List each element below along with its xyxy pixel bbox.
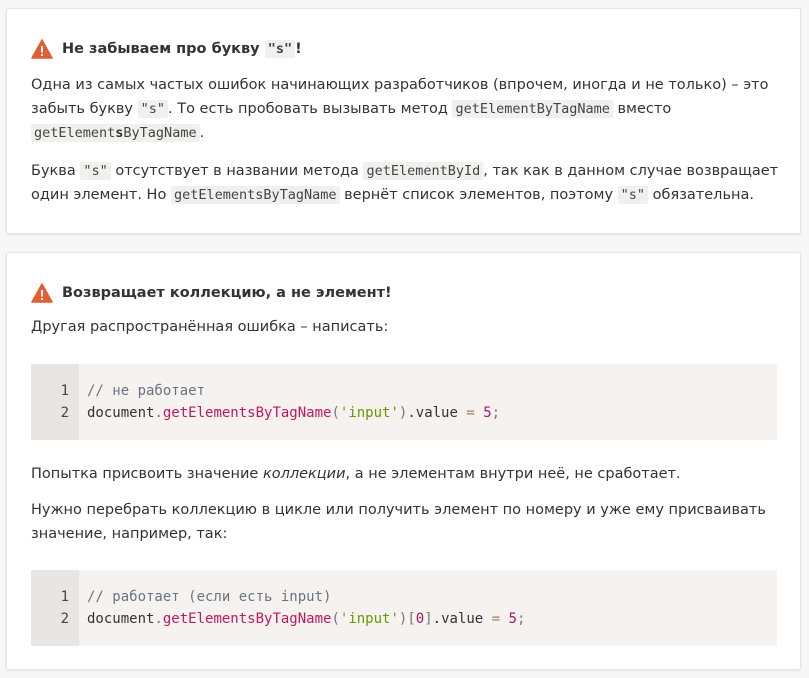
code-block: 1 2 // работает (если есть input) docume… — [31, 570, 777, 646]
inline-code: getElementsByTagName — [170, 186, 340, 204]
warning-triangle-icon — [31, 39, 53, 59]
code-block: 1 2 // не работает document.getElementsB… — [31, 364, 777, 440]
panel-title: Не забываем про букву "s"! — [31, 39, 302, 59]
warning-panel-collection: Возвращает коллекцию, а не элемент! Друг… — [6, 252, 801, 670]
paragraph: Буква "s" отсутствует в названии метода … — [31, 162, 779, 204]
panel-title: Возвращает коллекцию, а не элемент! — [31, 283, 392, 303]
line-numbers: 1 2 — [31, 364, 79, 440]
inline-code: "s" — [617, 186, 649, 204]
code-lines: // не работает document.getElementsByTag… — [87, 383, 501, 421]
paragraph: Нужно перебрать коллекцию в цикле или по… — [31, 502, 766, 542]
line-numbers: 1 2 — [31, 570, 79, 646]
paragraph: Другая распространённая ошибка – написат… — [31, 319, 389, 335]
inline-code: getElementById — [363, 162, 484, 180]
inline-code: "s" — [137, 100, 168, 118]
inline-code: getElementsByTagName — [31, 124, 200, 142]
warning-panel-letter-s: Не забываем про букву "s"! Одна из самых… — [6, 8, 801, 234]
inline-code: "s" — [80, 162, 111, 180]
code-lines: // работает (если есть input) document.g… — [87, 589, 526, 627]
inline-code: getElementByTagName — [452, 100, 613, 118]
warning-triangle-icon — [31, 283, 53, 303]
paragraph: Попытка присвоить значение коллекции, а … — [31, 466, 681, 482]
paragraph: Одна из самых частых ошибок начинающих р… — [31, 77, 769, 142]
inline-code: "s" — [264, 40, 296, 58]
